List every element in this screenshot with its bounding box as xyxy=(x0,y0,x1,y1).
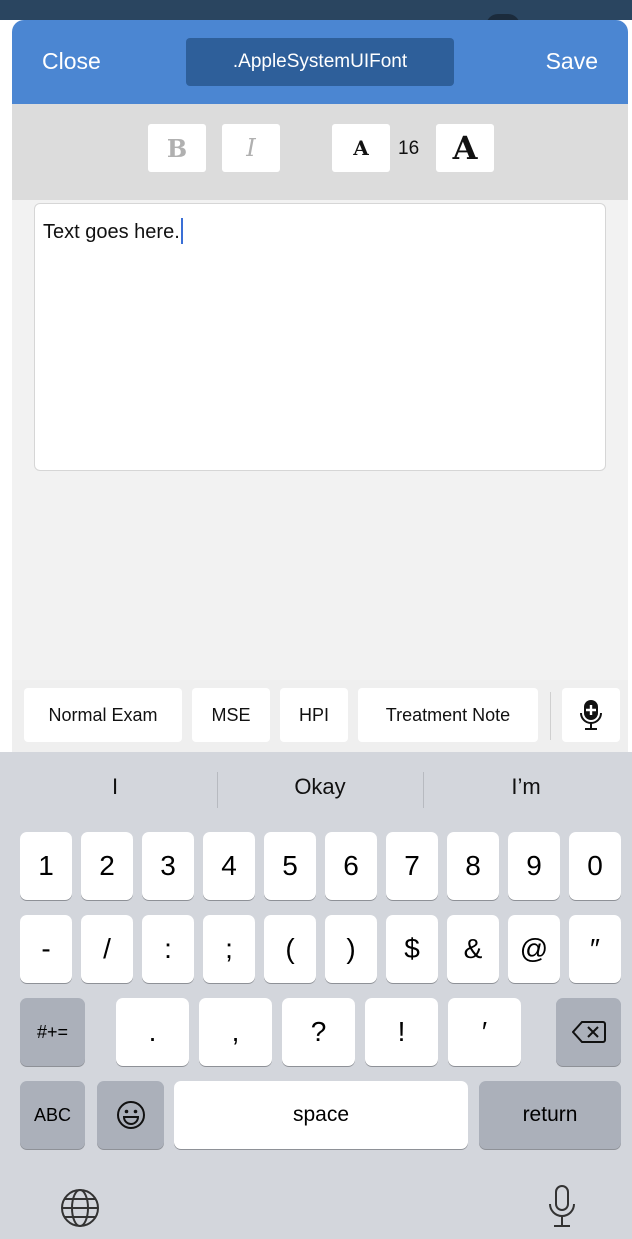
key-colon[interactable]: : xyxy=(142,915,194,983)
suggestion-1[interactable]: I xyxy=(12,774,218,800)
microphone-icon xyxy=(549,1185,575,1227)
key-comma[interactable]: , xyxy=(199,998,272,1066)
key-close-paren[interactable]: ) xyxy=(325,915,377,983)
editor-sheet: Close .AppleSystemUIFont Save B I A 16 A… xyxy=(12,20,628,680)
quick-phrase-bar: Normal Exam MSE HPI Treatment Note xyxy=(12,680,628,752)
key-dollar[interactable]: $ xyxy=(386,915,438,983)
key-0[interactable]: 0 xyxy=(569,832,621,900)
emoji-icon xyxy=(116,1101,145,1129)
key-open-paren[interactable]: ( xyxy=(264,915,316,983)
space-key[interactable]: space xyxy=(174,1081,468,1149)
key-5[interactable]: 5 xyxy=(264,832,316,900)
key-exclamation[interactable]: ! xyxy=(365,998,438,1066)
abc-key[interactable]: ABC xyxy=(20,1081,85,1149)
key-9[interactable]: 9 xyxy=(508,832,560,900)
globe-button[interactable] xyxy=(60,1188,100,1233)
key-semicolon[interactable]: ; xyxy=(203,915,255,983)
dictation-key[interactable] xyxy=(548,1184,576,1233)
save-button[interactable]: Save xyxy=(546,48,598,75)
key-3[interactable]: 3 xyxy=(142,832,194,900)
text-editor[interactable]: Text goes here. xyxy=(34,203,606,471)
suggestion-2[interactable]: Okay xyxy=(217,774,423,800)
phrase-treatment-note[interactable]: Treatment Note xyxy=(358,688,538,742)
key-question[interactable]: ? xyxy=(282,998,355,1066)
key-double-quote[interactable]: ″ xyxy=(569,915,621,983)
return-key[interactable]: return xyxy=(479,1081,621,1149)
format-toolbar: B I A 16 A xyxy=(12,104,628,200)
microphone-plus-icon xyxy=(580,700,602,730)
decrease-font-button[interactable]: A xyxy=(332,124,390,172)
globe-icon xyxy=(61,1189,99,1227)
suggestion-3[interactable]: I’m xyxy=(423,774,629,800)
phrase-normal-exam[interactable]: Normal Exam xyxy=(24,688,182,742)
key-6[interactable]: 6 xyxy=(325,832,377,900)
key-slash[interactable]: / xyxy=(81,915,133,983)
font-size-value: 16 xyxy=(398,138,420,159)
phrase-hpi[interactable]: HPI xyxy=(280,688,348,742)
font-picker-button[interactable]: .AppleSystemUIFont xyxy=(186,38,454,86)
nav-bar: Close .AppleSystemUIFont Save xyxy=(12,20,628,104)
phrase-divider xyxy=(550,692,551,740)
key-1[interactable]: 1 xyxy=(20,832,72,900)
delete-key[interactable] xyxy=(556,998,621,1066)
text-caret xyxy=(180,218,183,244)
key-at[interactable]: @ xyxy=(508,915,560,983)
keyboard: I Okay I’m 1 2 3 4 5 6 7 8 9 0 - / : ; (… xyxy=(0,752,632,1239)
editor-text: Text goes here. xyxy=(43,221,180,243)
key-8[interactable]: 8 xyxy=(447,832,499,900)
italic-button[interactable]: I xyxy=(222,124,280,172)
backspace-icon xyxy=(571,1021,606,1043)
key-ampersand[interactable]: & xyxy=(447,915,499,983)
increase-font-button[interactable]: A xyxy=(436,124,494,172)
key-period[interactable]: . xyxy=(116,998,189,1066)
bold-button[interactable]: B xyxy=(148,124,206,172)
symbols-toggle-key[interactable]: #+= xyxy=(20,998,85,1066)
key-hyphen[interactable]: - xyxy=(20,915,72,983)
key-4[interactable]: 4 xyxy=(203,832,255,900)
phrase-mse[interactable]: MSE xyxy=(192,688,270,742)
key-2[interactable]: 2 xyxy=(81,832,133,900)
close-button[interactable]: Close xyxy=(42,48,101,75)
dictation-button[interactable] xyxy=(562,688,620,742)
key-7[interactable]: 7 xyxy=(386,832,438,900)
key-apostrophe[interactable]: ′ xyxy=(448,998,521,1066)
emoji-key[interactable] xyxy=(97,1081,164,1149)
background-strip xyxy=(0,0,632,20)
